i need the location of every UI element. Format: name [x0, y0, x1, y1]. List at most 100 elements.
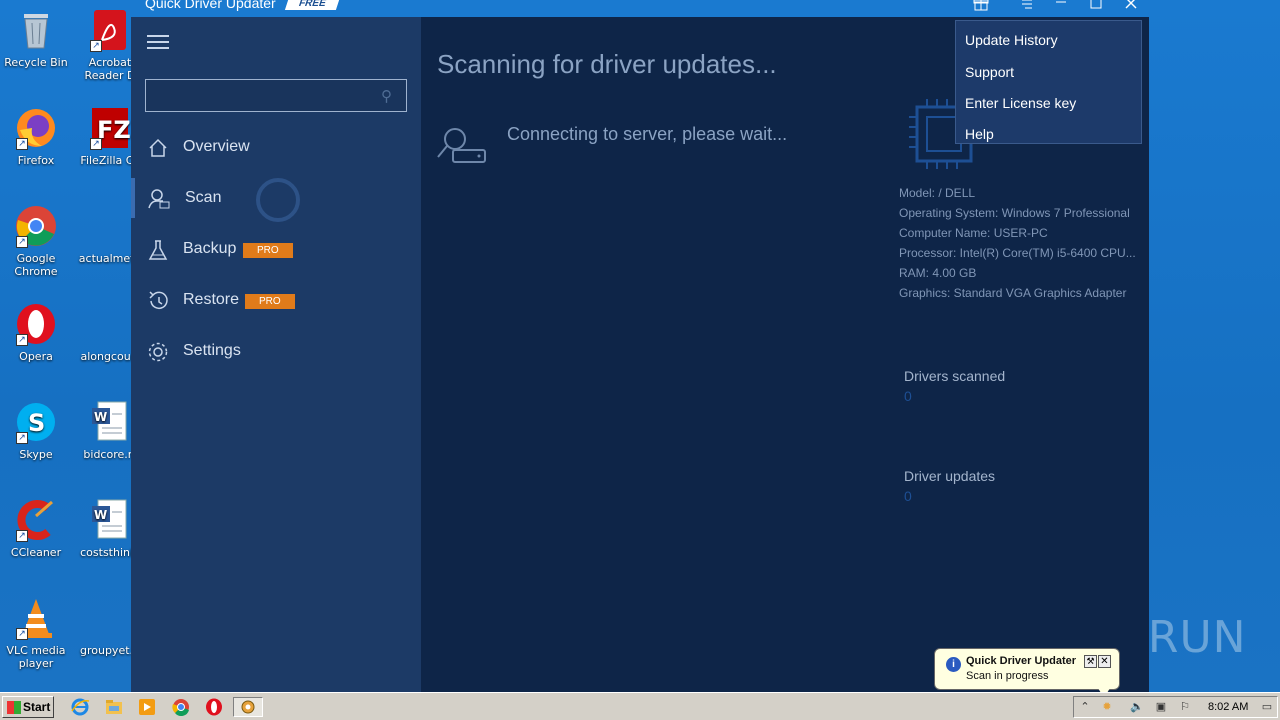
search-input[interactable]: ⚲: [145, 79, 407, 112]
pro-badge: PRO: [243, 243, 293, 258]
maximize-icon[interactable]: [1084, 0, 1108, 13]
volume-icon[interactable]: 🔈: [1130, 700, 1144, 714]
app-title: Quick Driver Updater: [145, 0, 276, 11]
info-computer-name: Computer Name: USER-PC: [899, 226, 1048, 240]
desktop-icon-chrome[interactable]: ↗ Google Chrome: [0, 204, 72, 278]
scan-status-text: Connecting to server, please wait...: [507, 124, 788, 144]
balloon-close-icon[interactable]: ✕: [1098, 655, 1111, 668]
app-dropdown-menu: Update History Support Enter License key…: [955, 20, 1142, 144]
shortcut-arrow-icon: ↗: [16, 334, 28, 346]
desktop-icon-opera[interactable]: ↗ Opera: [0, 302, 72, 363]
menu-item-support[interactable]: Support: [965, 64, 1014, 80]
shortcut-arrow-icon: ↗: [16, 138, 28, 150]
opera-icon: ↗: [14, 302, 58, 346]
search-icon[interactable]: ⚲: [381, 87, 392, 105]
hamburger-menu-icon[interactable]: [147, 35, 169, 49]
driver-updates-label: Driver updates: [904, 468, 996, 484]
ie-icon[interactable]: [70, 697, 90, 717]
svg-text:W: W: [94, 508, 107, 522]
gift-icon[interactable]: [969, 0, 993, 13]
desktop-icon-firefox[interactable]: ↗ Firefox: [0, 106, 72, 167]
blank-file-icon: [88, 204, 132, 248]
blank-file-icon: [88, 596, 132, 640]
minimize-icon[interactable]: [1049, 0, 1073, 13]
free-badge: FREE: [284, 0, 340, 10]
balloon-options-icon[interactable]: ⚒: [1084, 655, 1097, 668]
skype-icon: S ↗: [14, 400, 58, 444]
start-label: Start: [23, 700, 51, 714]
shortcut-arrow-icon: ↗: [90, 138, 102, 150]
shortcut-arrow-icon: ↗: [16, 432, 28, 444]
clock[interactable]: 8:02 AM: [1208, 701, 1248, 713]
desktop-icon-ccleaner[interactable]: ↗ CCleaner: [0, 498, 72, 559]
acrobat-icon: ↗: [88, 8, 132, 52]
shortcut-arrow-icon: ↗: [16, 530, 28, 542]
action-center-flag-icon[interactable]: ⚐: [1178, 700, 1192, 714]
desktop-icon-label: Opera: [19, 350, 53, 363]
quick-driver-updater-tray-icon[interactable]: ✹: [1100, 700, 1114, 714]
sidebar: ⚲ Overview Scan Backup PRO Restore PRO S…: [131, 17, 421, 692]
word-doc-icon: W: [88, 498, 132, 542]
nav-item-overview[interactable]: Overview: [131, 127, 421, 167]
vlc-icon: ↗: [14, 596, 58, 640]
flask-icon: [147, 239, 169, 261]
nav-item-label: Settings: [183, 342, 241, 359]
balloon-text: Scan in progress: [966, 670, 1049, 682]
taskbar: Start ⌃ ✹ 🔈 ▣ ⚐ 8:02 AM ▭: [0, 692, 1280, 720]
history-icon: [147, 290, 169, 312]
filezilla-icon: FZ ↗: [88, 106, 132, 150]
show-hidden-icons-icon[interactable]: ⌃: [1078, 700, 1092, 714]
explorer-icon[interactable]: [104, 697, 124, 717]
close-icon[interactable]: [1119, 0, 1143, 13]
gear-icon: [147, 341, 169, 363]
quick-driver-updater-icon: [241, 700, 255, 714]
desktop-icon-label: Firefox: [17, 154, 55, 167]
scan-user-icon: [147, 188, 170, 210]
desktop-icon-label: Skype: [19, 448, 53, 461]
windows-flag-icon: [7, 701, 21, 714]
notification-balloon[interactable]: i Quick Driver Updater Scan in progress …: [934, 648, 1120, 690]
shortcut-arrow-icon: ↗: [16, 628, 28, 640]
desktop-icon-label: Recycle Bin: [4, 56, 68, 69]
desktop-icon-vlc[interactable]: ↗ VLC media player: [0, 596, 72, 670]
desktop-icon-label: VLC media player: [6, 644, 66, 670]
nav-item-settings[interactable]: Settings: [131, 331, 421, 371]
firefox-icon: ↗: [14, 106, 58, 150]
shortcut-arrow-icon: ↗: [16, 236, 28, 248]
show-desktop-icon[interactable]: ▭: [1260, 700, 1274, 714]
title-bar[interactable]: Quick Driver Updater FREE: [131, 0, 1149, 17]
pro-badge: PRO: [245, 294, 295, 309]
drivers-scanned-label: Drivers scanned: [904, 368, 1006, 384]
start-button[interactable]: Start: [2, 696, 54, 718]
network-icon[interactable]: ▣: [1154, 700, 1168, 714]
desktop-icon-label: CCleaner: [10, 546, 62, 559]
svg-text:S: S: [28, 409, 45, 437]
ccleaner-icon: ↗: [14, 498, 58, 542]
svg-text:FZ: FZ: [97, 116, 131, 144]
chrome-icon[interactable]: [171, 697, 191, 717]
driver-updates-value: 0: [904, 488, 912, 504]
menu-icon[interactable]: [1015, 0, 1039, 13]
menu-item-enter-license-key[interactable]: Enter License key: [965, 95, 1076, 111]
desktop-icon-recycle-bin[interactable]: Recycle Bin: [0, 8, 72, 69]
word-doc-icon: W: [88, 400, 132, 444]
nav-item-restore[interactable]: Restore PRO: [131, 280, 421, 320]
nav-item-label: Scan: [185, 189, 222, 206]
info-processor: Processor: Intel(R) Core(TM) i5-6400 CPU…: [899, 246, 1136, 260]
drivers-scanned-value: 0: [904, 388, 912, 404]
opera-icon[interactable]: [204, 697, 224, 717]
menu-item-update-history[interactable]: Update History: [965, 32, 1058, 48]
nav-item-backup[interactable]: Backup PRO: [131, 229, 421, 269]
quick-driver-updater-taskbar-button[interactable]: [233, 697, 263, 717]
nav-item-label: Backup: [183, 240, 237, 257]
info-os: Operating System: Windows 7 Professional: [899, 206, 1130, 220]
loading-spinner-icon: [256, 178, 300, 222]
balloon-title: Quick Driver Updater: [966, 655, 1077, 667]
blank-file-icon: [88, 302, 132, 346]
menu-item-help[interactable]: Help: [965, 126, 994, 142]
desktop-icon-skype[interactable]: S ↗ Skype: [0, 400, 72, 461]
info-ram: RAM: 4.00 GB: [899, 266, 977, 280]
recycle-bin-icon: [14, 8, 58, 52]
media-player-icon[interactable]: [137, 697, 157, 717]
nav-item-label: Restore: [183, 291, 240, 308]
